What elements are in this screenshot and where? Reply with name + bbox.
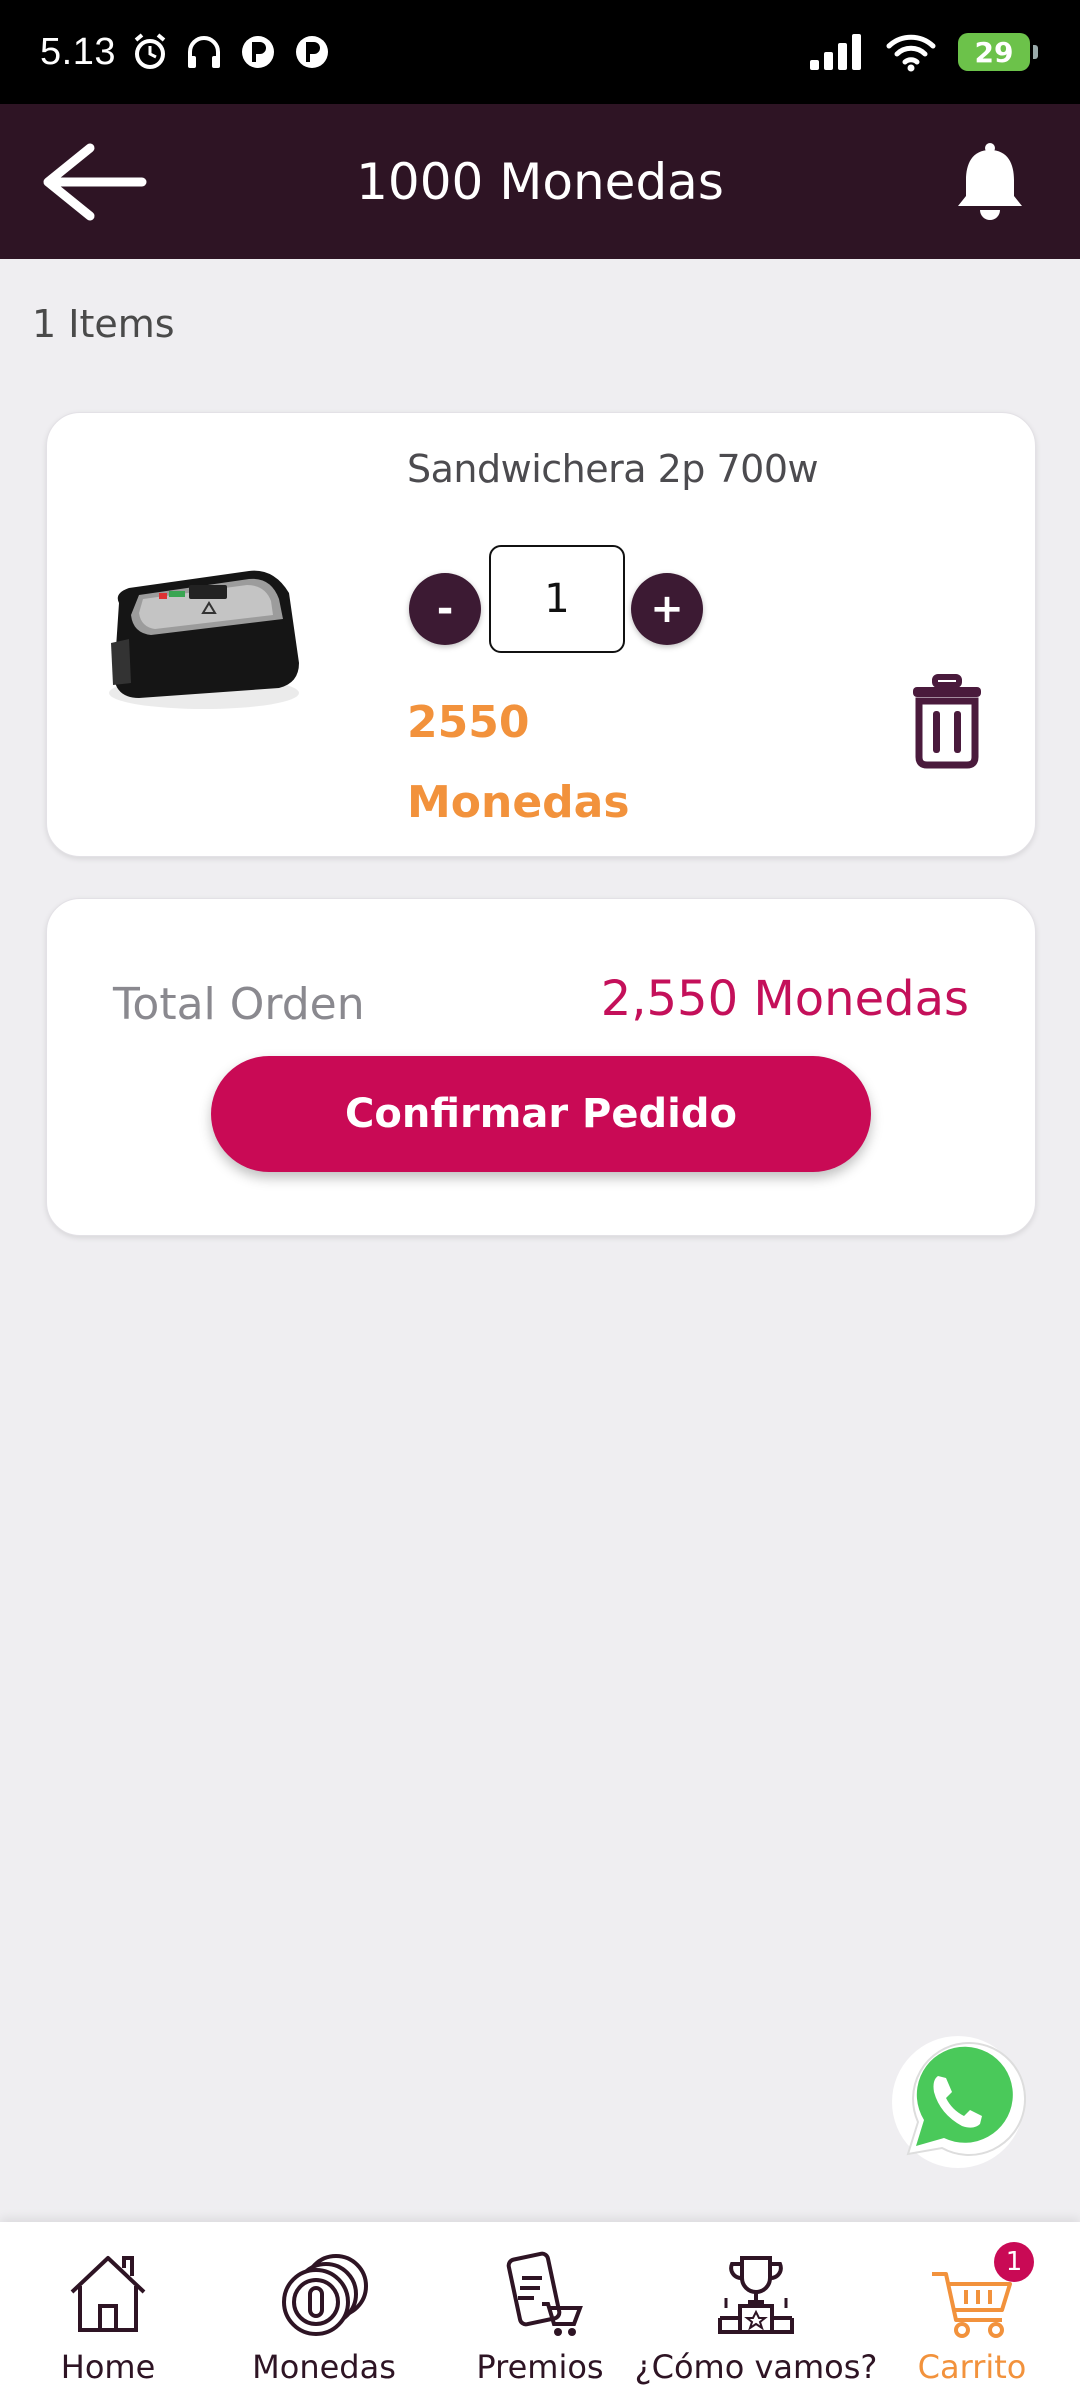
quantity-value: 1 xyxy=(544,576,570,622)
trophy-icon xyxy=(718,2256,794,2334)
wifi-icon xyxy=(886,34,936,72)
status-bar: 5.13 29 xyxy=(0,0,1080,104)
nav-label: Monedas xyxy=(252,2348,396,2386)
nav-label: Premios xyxy=(476,2348,604,2386)
cart-item-card: Sandwichera 2p 700w - 1 + 2550 Monedas xyxy=(46,412,1036,857)
cart-count-badge: 1 xyxy=(994,2242,1034,2282)
nav-label: Home xyxy=(60,2348,156,2386)
total-label: Total Orden xyxy=(113,979,365,1030)
home-icon xyxy=(70,2256,146,2332)
status-time: 5.13 xyxy=(40,30,116,73)
product-name: Sandwichera 2p 700w xyxy=(407,447,819,491)
trash-icon[interactable] xyxy=(909,673,985,769)
bottom-navigation: Home Monedas Premios ¿Cómo vamos? 1 Carr… xyxy=(0,2222,1080,2400)
alarm-icon xyxy=(134,33,166,69)
nav-carrito[interactable]: 1 Carrito xyxy=(864,2222,1080,2400)
nav-home[interactable]: Home xyxy=(0,2222,216,2400)
app-notification-icon xyxy=(295,36,328,68)
headphones-icon xyxy=(187,36,220,68)
battery-indicator: 29 xyxy=(958,33,1038,71)
back-arrow-icon[interactable] xyxy=(40,140,150,224)
nav-label: Carrito xyxy=(917,2348,1027,2386)
price-value: 2550 xyxy=(407,697,530,748)
app-notification-icon xyxy=(241,36,274,68)
battery-level: 29 xyxy=(974,35,1014,69)
nav-premios[interactable]: Premios xyxy=(432,2222,648,2400)
product-price: 2550 Monedas xyxy=(407,683,630,843)
items-count: 1 Items xyxy=(32,302,175,346)
bell-icon[interactable] xyxy=(952,140,1028,224)
nav-label: ¿Cómo vamos? xyxy=(634,2348,878,2386)
app-header: 1000 Monedas xyxy=(0,104,1080,259)
price-unit: Monedas xyxy=(407,777,630,828)
status-right: 29 xyxy=(808,32,1038,72)
order-total-card: Total Orden 2,550 Monedas Confirmar Pedi… xyxy=(46,898,1036,1236)
prizes-icon xyxy=(506,2251,583,2336)
total-value: 2,550 Monedas xyxy=(600,971,969,1027)
decrease-quantity-button[interactable]: - xyxy=(409,573,481,645)
page-title: 1000 Monedas xyxy=(356,152,724,211)
increase-quantity-button[interactable]: + xyxy=(631,573,703,645)
product-image[interactable] xyxy=(99,543,309,723)
signal-icon xyxy=(810,34,861,70)
whatsapp-icon[interactable] xyxy=(886,2030,1026,2170)
quantity-field[interactable]: 1 xyxy=(489,545,625,653)
coins-icon xyxy=(282,2254,368,2336)
confirm-order-button[interactable]: Confirmar Pedido xyxy=(211,1056,871,1172)
nav-monedas[interactable]: Monedas xyxy=(216,2222,432,2400)
nav-como-vamos[interactable]: ¿Cómo vamos? xyxy=(635,2222,877,2400)
status-left: 5.13 xyxy=(40,31,332,74)
